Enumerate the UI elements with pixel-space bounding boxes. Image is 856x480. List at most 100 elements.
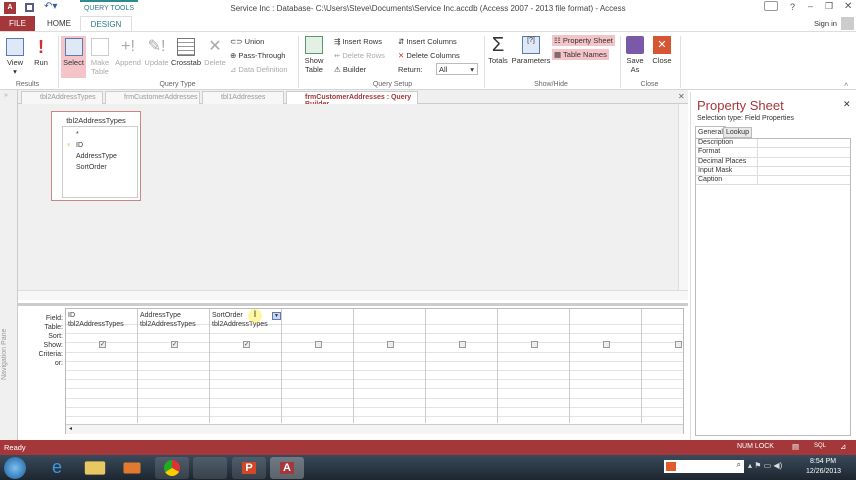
doc-tab-active[interactable]: frmCustomerAddresses : Query Builder (286, 91, 418, 108)
view-icon (6, 38, 24, 56)
insert-rows-button[interactable]: ⇶ Insert Rows (334, 37, 382, 46)
show-checkbox[interactable] (675, 341, 682, 348)
crosstab-button[interactable]: Crosstab (170, 38, 202, 67)
grid-column[interactable] (282, 309, 354, 423)
show-checkbox[interactable] (459, 341, 466, 348)
horizontal-scrollbar[interactable] (18, 290, 688, 300)
grid-column[interactable] (498, 309, 570, 423)
table-field-list[interactable]: tbl2AddressTypes * ♀ ID AddressType SortO… (51, 111, 141, 201)
collapse-ribbon-icon[interactable]: ˄ (844, 80, 848, 89)
field-cell[interactable]: SortOrder (212, 312, 243, 319)
close-doc-icon[interactable]: ✕ (678, 92, 685, 101)
update-button[interactable]: ✎! Update (143, 38, 170, 67)
close-query-button[interactable]: ✕ Close (650, 36, 674, 65)
delete-columns-button[interactable]: ✕ Delete Columns (398, 51, 460, 60)
property-sheet-button[interactable]: ☷ Property Sheet (552, 35, 615, 46)
sticky-notes-taskbar-icon[interactable] (193, 457, 227, 479)
field-item[interactable]: SortOrder (76, 162, 137, 173)
field-cell[interactable]: AddressType (140, 312, 181, 319)
property-row[interactable]: Format (696, 148, 850, 158)
show-checkbox[interactable]: ✓ (243, 341, 250, 348)
property-row[interactable]: Input Mask (696, 166, 850, 177)
grid-column[interactable] (570, 309, 642, 423)
tab-file[interactable]: FILE (0, 16, 35, 31)
show-checkbox[interactable] (387, 341, 394, 348)
grid-column[interactable] (426, 309, 498, 423)
property-row[interactable]: Caption (696, 176, 850, 186)
navigation-pane[interactable]: » Navigation Pane (0, 90, 18, 440)
field-item[interactable]: * (76, 129, 137, 140)
grid-column[interactable]: AddressType tbl2AddressTypes ✓ (138, 309, 210, 423)
parameters-button[interactable]: [?] Parameters (511, 36, 551, 65)
return-dropdown[interactable]: All ▾ (436, 63, 478, 75)
show-checkbox[interactable] (531, 341, 538, 348)
doc-tab[interactable]: tbl1Addresses (202, 91, 284, 104)
field-cell[interactable]: ID (68, 312, 75, 319)
chrome-taskbar-icon[interactable] (155, 457, 189, 479)
delete-rows-button[interactable]: ⇷ Delete Rows (334, 51, 385, 60)
clock-time[interactable]: 8:54 PM (810, 458, 836, 465)
show-checkbox[interactable] (315, 341, 322, 348)
show-checkbox[interactable] (603, 341, 610, 348)
grid-column[interactable] (354, 309, 426, 423)
minimize-button[interactable]: – (808, 1, 813, 11)
explorer-taskbar-icon[interactable] (84, 461, 106, 475)
close-property-sheet-button[interactable]: ✕ (843, 99, 851, 110)
select-query-button[interactable]: Select (61, 36, 86, 78)
table-cell[interactable]: tbl2AddressTypes (140, 321, 196, 328)
restore-button[interactable]: ❐ (825, 1, 833, 12)
parameters-icon: [?] (522, 36, 540, 54)
design-view-icon[interactable]: ⊿ (840, 442, 846, 451)
start-button[interactable] (4, 457, 26, 479)
access-taskbar-icon[interactable]: A (270, 457, 304, 479)
doc-tab[interactable]: tbl2AddressTypes (21, 91, 103, 104)
show-table-button[interactable]: Show Table (302, 36, 326, 74)
view-button[interactable]: View ▾ (3, 38, 27, 76)
expand-nav-icon[interactable]: » (4, 92, 8, 99)
sign-in-link[interactable]: Sign in (814, 19, 837, 28)
media-player-taskbar-icon[interactable] (123, 462, 141, 474)
sql-view-icon[interactable]: SQL (814, 443, 826, 449)
property-row[interactable]: Decimal Places (696, 157, 850, 167)
clock-date[interactable]: 12/26/2013 (806, 468, 841, 475)
datasheet-view-icon[interactable]: ▤ (792, 442, 799, 451)
run-button[interactable]: ! Run (30, 38, 52, 67)
search-box[interactable]: ⌕ (664, 460, 744, 473)
make-table-button[interactable]: Make Table (88, 38, 112, 76)
doc-tab[interactable]: frmCustomerAddresses (105, 91, 200, 104)
table-cell[interactable]: tbl2AddressTypes (212, 321, 268, 328)
field-item[interactable]: AddressType (76, 151, 137, 162)
query-design-grid[interactable]: ID tbl2AddressTypes ✓ AddressType tbl2Addres… (65, 308, 714, 434)
table-cell[interactable]: tbl2AddressTypes (68, 321, 124, 328)
vertical-scrollbar[interactable] (678, 104, 688, 292)
ribbon-display-icon[interactable] (764, 1, 778, 11)
tab-lookup[interactable]: Lookup (723, 127, 752, 138)
show-checkbox[interactable]: ✓ (171, 341, 178, 348)
delete-query-button[interactable]: ✕ Delete (203, 38, 227, 67)
totals-button[interactable]: Σ Totals (486, 35, 510, 65)
save-as-button[interactable]: Save As (624, 36, 646, 74)
show-checkbox[interactable]: ✓ (99, 341, 106, 348)
builder-button[interactable]: ⚠ Builder (334, 65, 366, 74)
grid-column[interactable]: SortOrder tbl2AddressTypes ✓ ▼ I (210, 309, 282, 423)
powerpoint-taskbar-icon[interactable]: P (232, 457, 266, 479)
append-button[interactable]: +! Append (114, 38, 142, 67)
union-button[interactable]: ⊂⊃ Union (230, 37, 264, 46)
field-dropdown-icon[interactable]: ▼ (272, 312, 281, 320)
grid-horizontal-scrollbar[interactable]: ◂ (66, 424, 683, 434)
tab-design[interactable]: DESIGN (80, 16, 132, 31)
tab-general[interactable]: General (695, 126, 726, 138)
data-definition-button[interactable]: ⊿ Data Definition (230, 65, 288, 74)
key-icon: ♀ (66, 142, 72, 149)
table-names-button[interactable]: ▦ Table Names (552, 49, 609, 60)
tray-icons[interactable]: ▴ ⚑ ▭ ◀) (748, 461, 782, 470)
insert-columns-button[interactable]: ⇵ Insert Columns (398, 37, 457, 46)
help-button[interactable]: ? (790, 2, 795, 12)
close-window-button[interactable]: ✕ (844, 1, 852, 12)
field-item[interactable]: ♀ ID (66, 140, 137, 151)
tab-home[interactable]: HOME (40, 16, 78, 31)
property-row[interactable]: Description (696, 139, 850, 149)
pass-through-button[interactable]: ⊕ Pass-Through (230, 51, 285, 60)
ie-taskbar-icon[interactable]: e (40, 457, 74, 479)
grid-column[interactable]: ID tbl2AddressTypes ✓ (66, 309, 138, 423)
